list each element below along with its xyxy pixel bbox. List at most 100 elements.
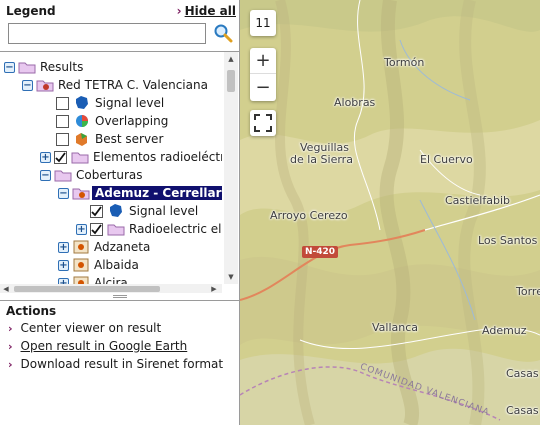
map-label-castielfabib: Castielfabib <box>445 194 510 207</box>
splitter-grip[interactable] <box>112 295 127 298</box>
map-label-los-santos: Los Santos <box>478 234 538 247</box>
tree-label: Red TETRA C. Valenciana <box>58 78 208 92</box>
tree-label: Signal level <box>129 204 199 218</box>
tree-horizontal-scrollbar[interactable]: ◀ ▶ <box>0 284 222 293</box>
chevron-right-icon: › <box>8 339 13 353</box>
checkmark-icon <box>91 205 102 216</box>
tree-node-elements[interactable]: + Elementos radioeléctricos <box>40 148 222 166</box>
scroll-down-arrow[interactable]: ▼ <box>224 270 238 284</box>
best-server-icon <box>73 131 91 147</box>
map-label-arroyo-cerezo: Arroyo Cerezo <box>270 209 348 222</box>
legend-panel: Legend › Hide all − Results − Red TETRA … <box>0 0 240 425</box>
checkmark-icon <box>91 223 102 234</box>
expand-toggle[interactable]: + <box>58 241 69 253</box>
map-label-ademuz: Ademuz <box>482 324 527 337</box>
scroll-right-arrow[interactable]: ▶ <box>208 284 220 293</box>
tree-label: Alcira <box>94 276 128 284</box>
tree-node-selected-signal-level[interactable]: Signal level <box>90 202 198 220</box>
layer-checkbox[interactable] <box>54 150 67 164</box>
collapse-toggle[interactable]: − <box>58 187 69 199</box>
map-label-tormon: Tormón <box>384 56 425 69</box>
coverage-icon <box>72 239 90 255</box>
coverage-icon <box>72 257 90 273</box>
road-label-n420: N-420 <box>302 246 339 258</box>
scroll-up-arrow[interactable]: ▲ <box>224 52 238 66</box>
map-label-casas: Casas <box>506 367 539 380</box>
hide-all-label: Hide all <box>184 4 236 18</box>
map-label-vallanca: Vallanca <box>372 321 419 334</box>
folder-icon <box>71 149 89 165</box>
action-open-google-earth[interactable]: › Open result in Google Earth <box>0 337 239 355</box>
tree-node-alcira[interactable]: + Alcira <box>58 274 128 284</box>
chevron-right-icon: › <box>8 321 13 335</box>
layer-checkbox[interactable] <box>56 132 69 146</box>
chevron-right-icon: › <box>176 4 182 18</box>
zoom-out-button[interactable]: − <box>250 74 276 100</box>
tree-label: Coberturas <box>76 168 143 182</box>
coverage-folder-icon <box>72 185 90 201</box>
checkmark-icon <box>55 151 66 162</box>
tree-node-adzaneta[interactable]: + Adzaneta <box>58 238 150 256</box>
tree-label: Results <box>40 60 84 74</box>
expand-toggle[interactable]: + <box>76 223 87 235</box>
collapse-toggle[interactable]: − <box>4 61 15 73</box>
tree-label: Ademuz - Cerrellar <box>92 186 222 200</box>
map-label-veguillas-sierra: de la Sierra <box>290 153 353 166</box>
tree-vertical-scrollbar[interactable]: ▲ ▼ <box>224 52 238 284</box>
scroll-left-arrow[interactable]: ◀ <box>0 284 12 293</box>
expand-toggle[interactable]: + <box>40 151 51 163</box>
scroll-thumb[interactable] <box>14 286 160 292</box>
map-label-el-cuervo: El Cuervo <box>420 153 473 166</box>
zoom-control: + − <box>250 48 276 101</box>
coverage-icon <box>72 275 90 284</box>
actions-panel: Actions › Center viewer on result › Open… <box>0 302 239 373</box>
layer-checkbox[interactable] <box>56 96 69 110</box>
network-folder-icon <box>36 77 54 93</box>
tree-label: Signal level <box>95 96 165 110</box>
action-center-viewer[interactable]: › Center viewer on result <box>0 319 239 337</box>
legend-title: Legend <box>6 4 56 18</box>
zoom-level-indicator: 11 <box>250 10 276 36</box>
results-tree: − Results − Red TETRA C. Valenciana Sign… <box>0 51 239 293</box>
action-label: Download result in Sirenet format <box>20 357 224 371</box>
action-label: Center viewer on result <box>20 321 162 335</box>
collapse-toggle[interactable]: − <box>40 169 51 181</box>
tree-label: Best server <box>95 132 164 146</box>
collapse-toggle[interactable]: − <box>22 79 33 91</box>
folder-icon <box>18 59 36 75</box>
tree-node-signal-level[interactable]: Signal level <box>56 94 164 112</box>
hide-all-link[interactable]: › Hide all <box>177 4 236 18</box>
folder-icon <box>107 221 125 237</box>
tree-node-selected-radio-elements[interactable]: + Radioelectric elements <box>76 220 222 238</box>
folder-icon <box>54 167 72 183</box>
legend-search-input[interactable] <box>8 22 206 44</box>
tree-label: Albaida <box>94 258 139 272</box>
actions-title: Actions <box>6 304 57 318</box>
scroll-thumb[interactable] <box>227 70 235 92</box>
tree-label: Adzaneta <box>94 240 151 254</box>
tree-node-ademuz-cerrellar[interactable]: − Ademuz - Cerrellar <box>58 184 222 202</box>
layer-checkbox[interactable] <box>90 204 103 218</box>
zoom-in-button[interactable]: + <box>250 48 276 74</box>
overlapping-icon <box>73 113 91 129</box>
fullscreen-button[interactable] <box>250 110 276 136</box>
search-icon[interactable] <box>212 22 234 44</box>
tree-node-best-server[interactable]: Best server <box>56 130 163 148</box>
tree-node-albaida[interactable]: + Albaida <box>58 256 139 274</box>
panel-splitter[interactable] <box>0 293 239 301</box>
layer-checkbox[interactable] <box>90 222 103 236</box>
tree-node-overlapping[interactable]: Overlapping <box>56 112 168 130</box>
layer-checkbox[interactable] <box>56 114 69 128</box>
legend-header: Legend › Hide all <box>0 0 240 22</box>
expand-toggle[interactable]: + <box>58 259 69 271</box>
map-label-casas-2: Casas <box>506 404 539 417</box>
map-label-torre: Torre <box>516 285 540 298</box>
signal-map-icon <box>73 95 91 111</box>
action-download-sirenet[interactable]: › Download result in Sirenet format <box>0 355 239 373</box>
map-viewer[interactable]: Tormón Alobras Veguillas de la Sierra El… <box>240 0 540 425</box>
legend-search <box>8 22 236 44</box>
tree-node-coberturas[interactable]: − Coberturas <box>40 166 143 184</box>
tree-node-results[interactable]: − Results <box>4 58 83 76</box>
signal-map-icon <box>107 203 125 219</box>
tree-node-network[interactable]: − Red TETRA C. Valenciana <box>22 76 208 94</box>
